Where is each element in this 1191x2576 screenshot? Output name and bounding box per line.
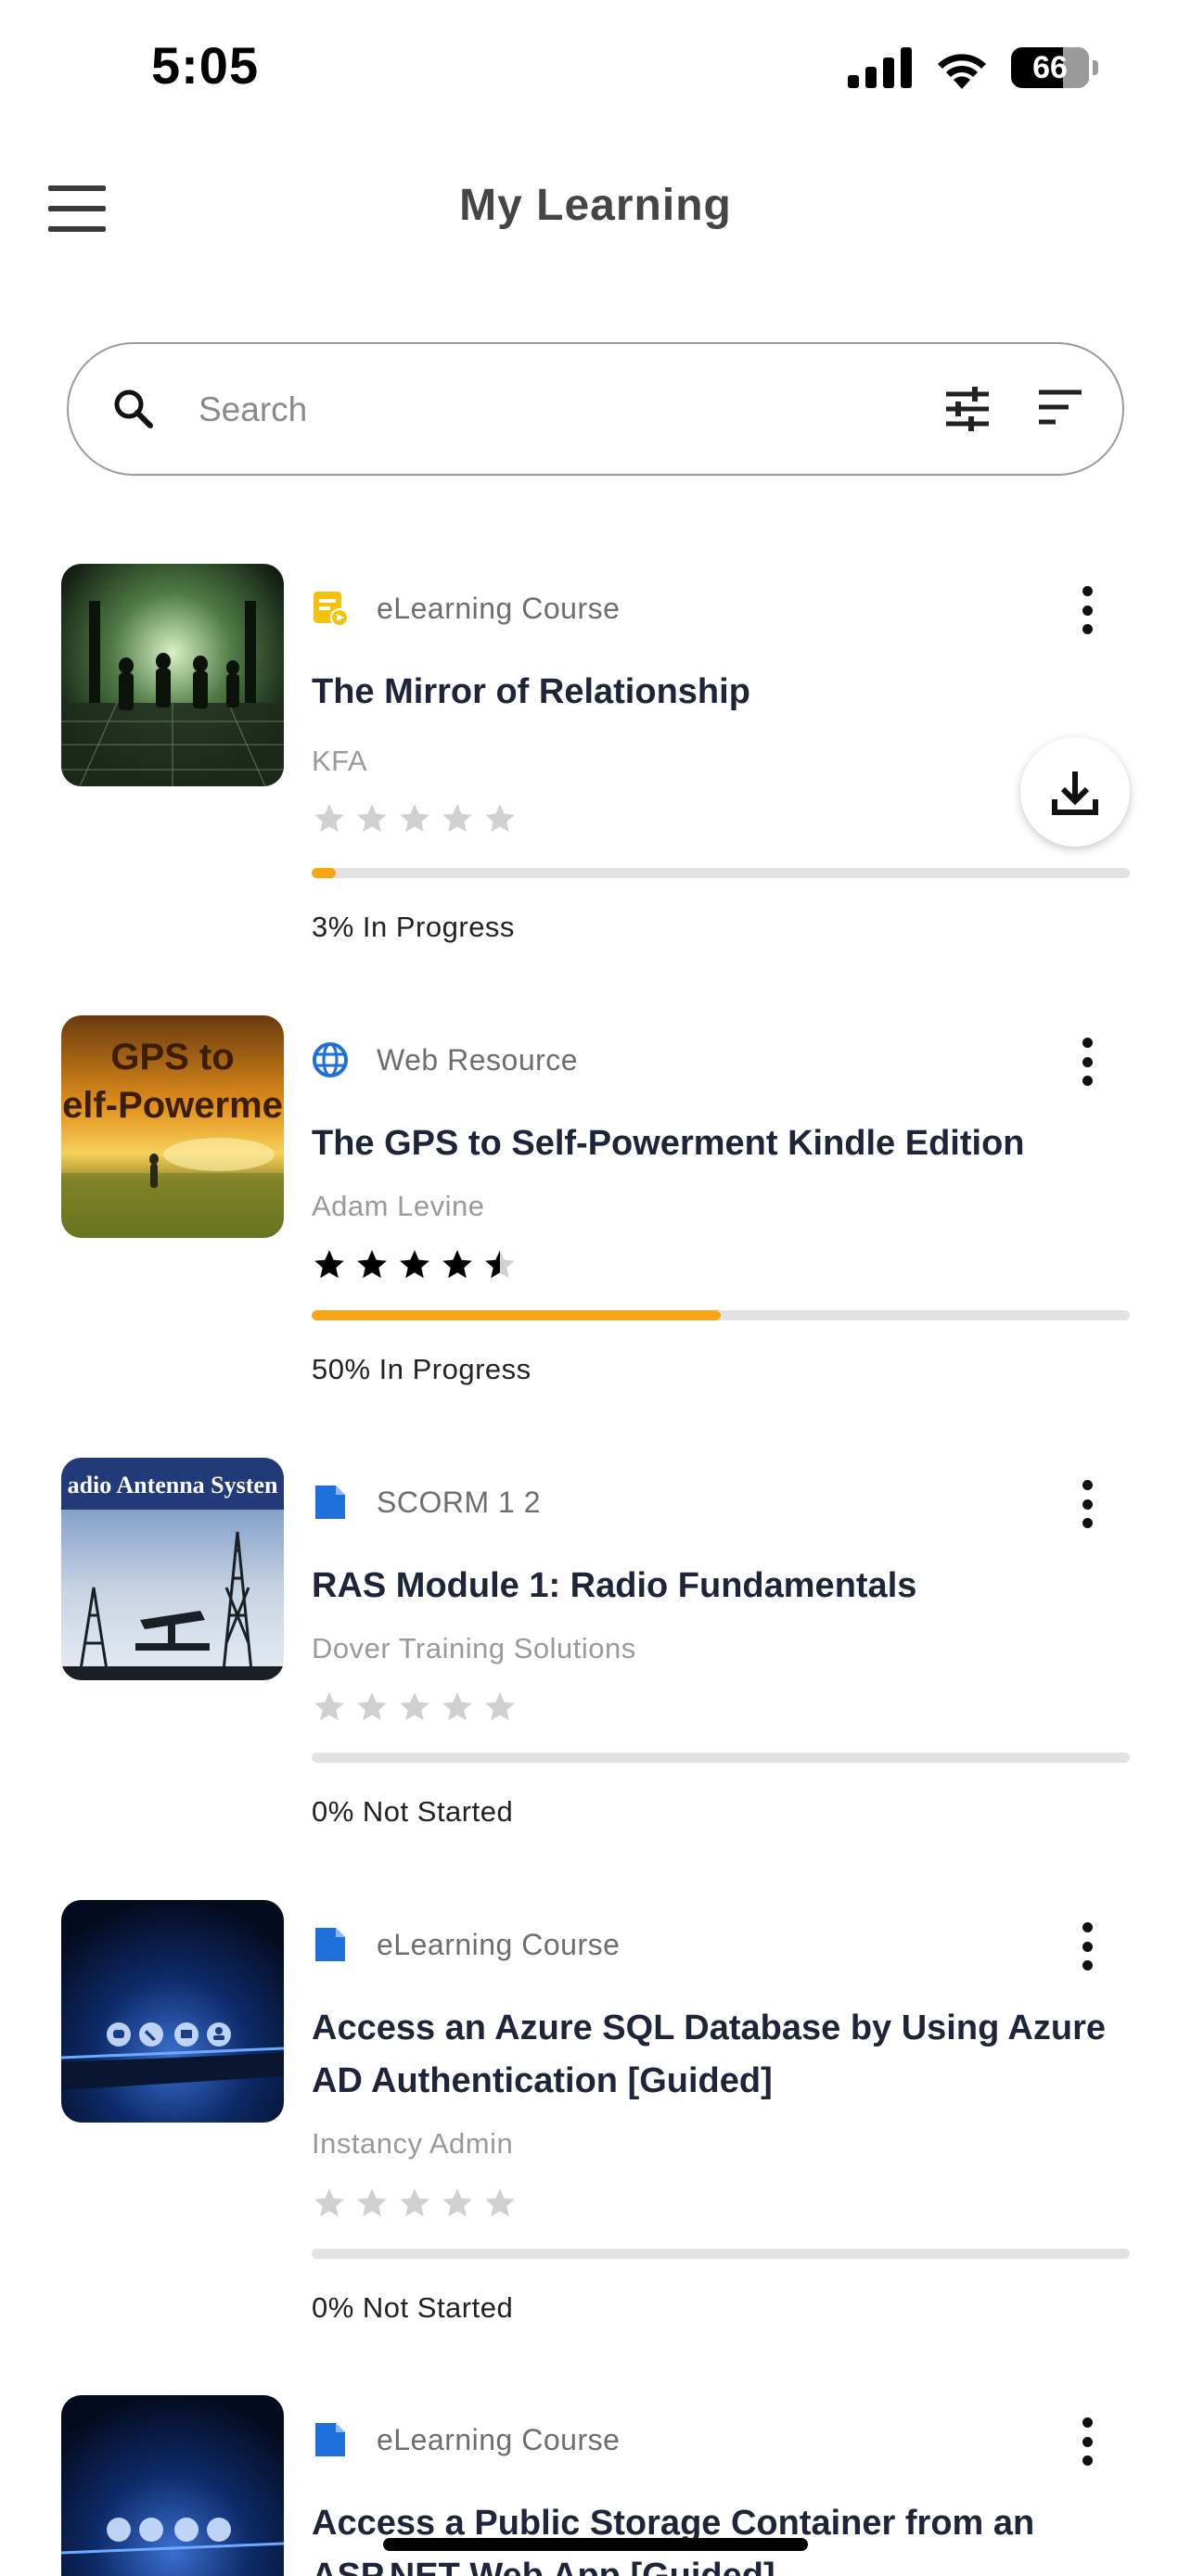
progress-status: 0% Not Started bbox=[312, 1795, 514, 1828]
status-time: 5:05 bbox=[151, 36, 260, 95]
star-icon[interactable] bbox=[482, 2186, 518, 2221]
progress-bar-fill bbox=[312, 1310, 721, 1320]
course-thumbnail[interactable] bbox=[61, 2395, 284, 2576]
more-options-icon[interactable] bbox=[1069, 1480, 1106, 1528]
content-type-label: Web Resource bbox=[377, 1042, 579, 1077]
star-half-icon[interactable] bbox=[482, 1247, 518, 1282]
content-type: eLearning Course bbox=[312, 1926, 620, 1963]
star-icon[interactable] bbox=[312, 1247, 347, 1282]
content-type-label: eLearning Course bbox=[377, 591, 621, 625]
rating-stars[interactable] bbox=[312, 2186, 518, 2221]
list-item[interactable]: GPS to elf-Powerme Web Resource The GPS … bbox=[0, 1015, 1191, 1405]
content-type-label: SCORM 1 2 bbox=[377, 1485, 541, 1519]
star-icon[interactable] bbox=[354, 2186, 390, 2221]
star-icon[interactable] bbox=[482, 801, 518, 836]
search-input[interactable] bbox=[198, 379, 848, 440]
progress-status: 50% In Progress bbox=[312, 1353, 531, 1385]
rating-stars[interactable] bbox=[312, 801, 518, 836]
course-title[interactable]: Access an Azure SQL Database by Using Az… bbox=[312, 2002, 1128, 2108]
thumbnail-text-1: GPS to bbox=[110, 1037, 234, 1078]
status-bar: 5:05 66 bbox=[0, 0, 1191, 139]
progress-bar bbox=[312, 1753, 1130, 1763]
course-thumbnail[interactable]: adio Antenna Systen bbox=[61, 1458, 284, 1680]
star-icon[interactable] bbox=[440, 1247, 475, 1282]
search-icon[interactable] bbox=[111, 387, 156, 431]
star-icon[interactable] bbox=[354, 1247, 390, 1282]
course-author: Dover Training Solutions bbox=[312, 1632, 636, 1664]
wifi-icon bbox=[938, 54, 986, 89]
battery-nub bbox=[1093, 60, 1098, 75]
progress-bar-fill bbox=[312, 868, 337, 878]
page-title: My Learning bbox=[459, 181, 732, 230]
content-type: SCORM 1 2 bbox=[312, 1484, 541, 1521]
star-icon[interactable] bbox=[440, 1690, 475, 1725]
battery-level: 66 bbox=[1032, 49, 1068, 85]
star-icon[interactable] bbox=[354, 801, 390, 836]
star-icon[interactable] bbox=[397, 1247, 432, 1282]
progress-bar bbox=[312, 1310, 1130, 1320]
progress-bar bbox=[312, 868, 1130, 878]
more-options-icon[interactable] bbox=[1069, 1922, 1106, 1970]
star-icon[interactable] bbox=[354, 1690, 390, 1725]
search-bar bbox=[67, 342, 1124, 476]
status-icons: 66 bbox=[848, 46, 1098, 89]
course-title[interactable]: RAS Module 1: Radio Fundamentals bbox=[312, 1560, 1128, 1613]
star-icon[interactable] bbox=[312, 2186, 347, 2221]
more-options-icon[interactable] bbox=[1069, 2417, 1106, 2466]
elearning-video-icon bbox=[312, 590, 349, 627]
progress-status: 0% Not Started bbox=[312, 2291, 514, 2324]
course-title[interactable]: Access a Public Storage Container from a… bbox=[312, 2497, 1128, 2576]
filter-sliders-icon[interactable] bbox=[944, 387, 991, 431]
star-icon[interactable] bbox=[312, 1690, 347, 1725]
star-icon[interactable] bbox=[397, 2186, 432, 2221]
rating-stars[interactable] bbox=[312, 1690, 518, 1725]
list-item[interactable]: eLearning Course The Mirror of Relations… bbox=[0, 564, 1191, 953]
download-icon bbox=[1052, 772, 1098, 815]
course-title[interactable]: The GPS to Self-Powerment Kindle Edition bbox=[312, 1117, 1128, 1170]
more-options-icon[interactable] bbox=[1069, 586, 1106, 634]
list-item[interactable]: adio Antenna Systen SCORM 1 2 RAS Module… bbox=[0, 1458, 1191, 1847]
progress-bar bbox=[312, 2249, 1130, 2259]
thumbnail-text: adio Antenna Systen bbox=[68, 1472, 278, 1498]
star-icon[interactable] bbox=[482, 1690, 518, 1725]
globe-icon bbox=[312, 1041, 349, 1078]
course-author: KFA bbox=[312, 745, 368, 777]
star-icon[interactable] bbox=[397, 1690, 432, 1725]
document-icon bbox=[312, 1926, 349, 1963]
thumbnail-text-2: elf-Powerme bbox=[62, 1085, 283, 1126]
rating-stars[interactable] bbox=[312, 1247, 518, 1282]
sort-icon[interactable] bbox=[1037, 387, 1083, 427]
course-author: Instancy Admin bbox=[312, 2127, 514, 2160]
course-thumbnail[interactable] bbox=[61, 564, 284, 786]
content-type: eLearning Course bbox=[312, 2421, 620, 2458]
progress-status: 3% In Progress bbox=[312, 911, 515, 943]
battery-icon: 66 bbox=[1011, 47, 1089, 88]
course-thumbnail[interactable]: GPS to elf-Powerme bbox=[61, 1015, 284, 1238]
document-icon bbox=[312, 2421, 349, 2458]
app-header: My Learning bbox=[0, 158, 1191, 260]
list-item[interactable]: eLearning Course Access an Azure SQL Dat… bbox=[0, 1900, 1191, 2345]
star-icon[interactable] bbox=[312, 801, 347, 836]
cellular-signal-icon bbox=[848, 47, 912, 88]
download-button[interactable] bbox=[1020, 737, 1130, 847]
content-type: Web Resource bbox=[312, 1041, 578, 1078]
home-indicator[interactable] bbox=[383, 2538, 808, 2551]
more-options-icon[interactable] bbox=[1069, 1038, 1106, 1086]
star-icon[interactable] bbox=[397, 801, 432, 836]
course-thumbnail[interactable] bbox=[61, 1900, 284, 2123]
document-icon bbox=[312, 1484, 349, 1521]
content-type: eLearning Course bbox=[312, 590, 620, 627]
star-icon[interactable] bbox=[440, 2186, 475, 2221]
course-author: Adam Levine bbox=[312, 1190, 485, 1222]
content-type-label: eLearning Course bbox=[377, 1927, 621, 1961]
star-icon[interactable] bbox=[440, 801, 475, 836]
content-type-label: eLearning Course bbox=[377, 2422, 621, 2456]
course-title[interactable]: The Mirror of Relationship bbox=[312, 666, 1128, 719]
